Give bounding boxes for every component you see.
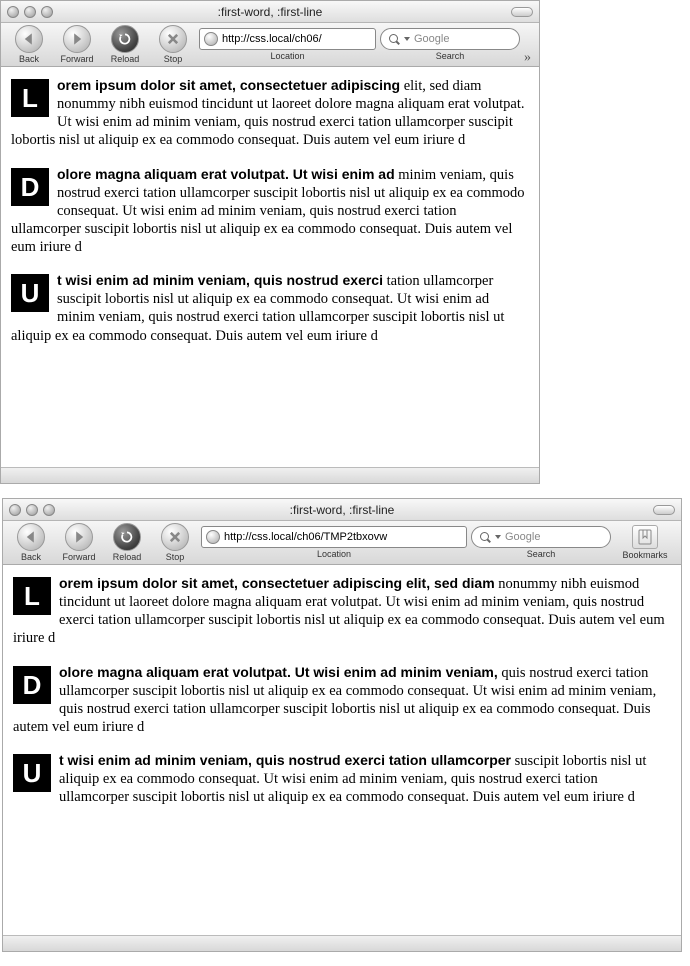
- search-label: Search: [471, 549, 611, 559]
- globe-icon: [206, 530, 220, 544]
- chevron-down-icon: [495, 535, 501, 539]
- traffic-lights: [7, 6, 53, 18]
- window-title: :first-word, :first-line: [290, 503, 395, 517]
- zoom-icon[interactable]: [43, 504, 55, 516]
- paragraph: D olore magna aliquam erat volutpat. Ut …: [13, 664, 671, 737]
- search-placeholder: Google: [505, 531, 540, 543]
- url-text: http://css.local/ch06/: [222, 33, 322, 45]
- toolbar: Back Forward Reload Stop http://css.loca…: [3, 521, 681, 565]
- location-section: http://css.local/ch06/ Location: [199, 28, 376, 61]
- toolbar: Back Forward Reload Stop http://css.loca…: [1, 23, 539, 67]
- titlebar[interactable]: :first-word, :first-line: [1, 1, 539, 23]
- traffic-lights: [9, 504, 55, 516]
- statusbar: [1, 467, 539, 483]
- forward-label: Forward: [62, 552, 95, 562]
- chevron-down-icon: [404, 37, 410, 41]
- search-icon: [480, 532, 491, 543]
- search-input[interactable]: Google: [471, 526, 611, 548]
- search-label: Search: [380, 51, 520, 61]
- forward-button[interactable]: Forward: [57, 523, 101, 562]
- window-title: :first-word, :first-line: [218, 5, 323, 19]
- url-input[interactable]: http://css.local/ch06/: [199, 28, 376, 50]
- overflow-icon[interactable]: »: [524, 50, 531, 66]
- stop-icon: [161, 523, 189, 551]
- location-label: Location: [199, 51, 376, 61]
- search-icon: [389, 34, 400, 45]
- bookmarks-button[interactable]: Bookmarks: [615, 525, 675, 560]
- first-line: olore magna aliquam erat volutpat. Ut wi…: [57, 166, 395, 182]
- search-section: Google Search: [471, 526, 611, 559]
- page-content: L orem ipsum dolor sit amet, consectetue…: [3, 565, 681, 935]
- reload-button[interactable]: Reload: [105, 523, 149, 562]
- location-label: Location: [201, 549, 467, 559]
- stop-label: Stop: [166, 552, 185, 562]
- forward-label: Forward: [60, 54, 93, 64]
- dropcap: L: [11, 79, 49, 117]
- paragraph: D olore magna aliquam erat volutpat. Ut …: [11, 166, 529, 257]
- back-button[interactable]: Back: [7, 25, 51, 64]
- reload-label: Reload: [113, 552, 142, 562]
- search-input[interactable]: Google: [380, 28, 520, 50]
- back-label: Back: [19, 54, 39, 64]
- forward-arrow-icon: [63, 25, 91, 53]
- search-section: Google Search: [380, 28, 520, 61]
- zoom-icon[interactable]: [41, 6, 53, 18]
- paragraph: L orem ipsum dolor sit amet, consectetue…: [11, 77, 529, 150]
- stop-button[interactable]: Stop: [153, 523, 197, 562]
- close-icon[interactable]: [9, 504, 21, 516]
- paragraph: L orem ipsum dolor sit amet, consectetue…: [13, 575, 671, 648]
- back-button[interactable]: Back: [9, 523, 53, 562]
- forward-button[interactable]: Forward: [55, 25, 99, 64]
- first-line: olore magna aliquam erat volutpat. Ut wi…: [59, 664, 498, 680]
- forward-arrow-icon: [65, 523, 93, 551]
- paragraph: U t wisi enim ad minim veniam, quis nost…: [11, 272, 529, 345]
- reload-icon: [111, 25, 139, 53]
- first-line: t wisi enim ad minim veniam, quis nostru…: [59, 752, 511, 768]
- back-label: Back: [21, 552, 41, 562]
- dropcap: U: [11, 274, 49, 312]
- bookmarks-label: Bookmarks: [622, 550, 667, 560]
- statusbar: [3, 935, 681, 951]
- first-line: orem ipsum dolor sit amet, consectetuer …: [59, 575, 495, 591]
- dropcap: D: [11, 168, 49, 206]
- url-input[interactable]: http://css.local/ch06/TMP2tbxovw: [201, 526, 467, 548]
- stop-label: Stop: [164, 54, 183, 64]
- dropcap: U: [13, 754, 51, 792]
- stop-button[interactable]: Stop: [151, 25, 195, 64]
- back-arrow-icon: [17, 523, 45, 551]
- toolbar-toggle-icon[interactable]: [653, 505, 675, 515]
- reload-button[interactable]: Reload: [103, 25, 147, 64]
- reload-label: Reload: [111, 54, 140, 64]
- close-icon[interactable]: [7, 6, 19, 18]
- dropcap: L: [13, 577, 51, 615]
- globe-icon: [204, 32, 218, 46]
- bookmark-icon: [632, 525, 658, 549]
- url-text: http://css.local/ch06/TMP2tbxovw: [224, 531, 387, 543]
- minimize-icon[interactable]: [26, 504, 38, 516]
- search-placeholder: Google: [414, 33, 449, 45]
- dropcap: D: [13, 666, 51, 704]
- reload-icon: [113, 523, 141, 551]
- titlebar[interactable]: :first-word, :first-line: [3, 499, 681, 521]
- back-arrow-icon: [15, 25, 43, 53]
- first-line: t wisi enim ad minim veniam, quis nostru…: [57, 272, 383, 288]
- browser-window-2: :first-word, :first-line Back Forward Re…: [2, 498, 682, 952]
- toolbar-toggle-icon[interactable]: [511, 7, 533, 17]
- minimize-icon[interactable]: [24, 6, 36, 18]
- stop-icon: [159, 25, 187, 53]
- location-section: http://css.local/ch06/TMP2tbxovw Locatio…: [201, 526, 467, 559]
- paragraph: U t wisi enim ad minim veniam, quis nost…: [13, 752, 671, 806]
- first-line: orem ipsum dolor sit amet, consectetuer …: [57, 77, 400, 93]
- page-content: L orem ipsum dolor sit amet, consectetue…: [1, 67, 539, 467]
- browser-window-1: :first-word, :first-line Back Forward Re…: [0, 0, 540, 484]
